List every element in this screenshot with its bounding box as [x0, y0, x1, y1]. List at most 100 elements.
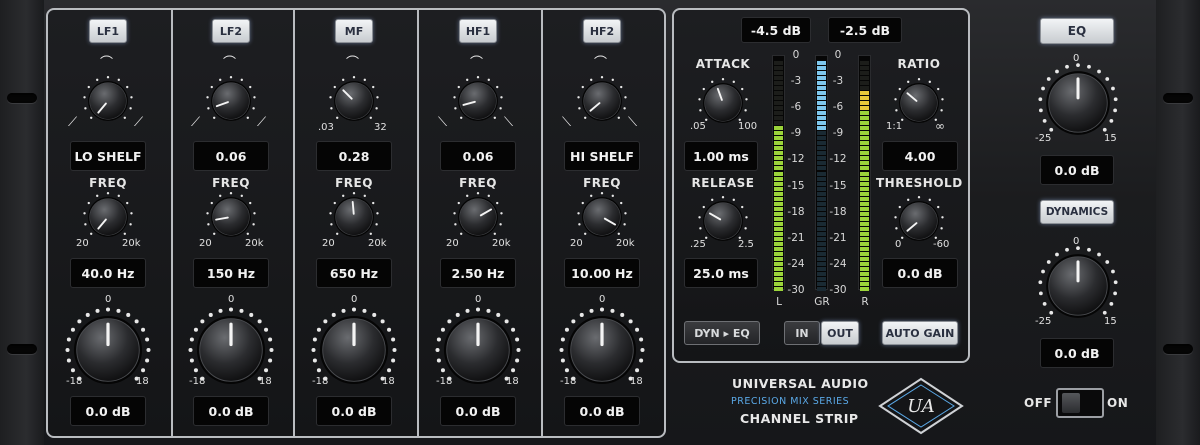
band-lf2-freq-min-label: 20: [199, 238, 212, 249]
meter-left-segment: [774, 221, 783, 226]
meter-gain-reduction-segment: [817, 246, 826, 251]
meter-left-segment: [774, 191, 783, 196]
band-mf-q-max-label: 32: [374, 122, 387, 133]
band-hf1-q-value[interactable]: 0.06: [440, 141, 516, 171]
meter-right-segment: [860, 211, 869, 216]
band-hf2-gain-value[interactable]: 0.0 dB: [564, 396, 640, 426]
attack-value[interactable]: 1.00 ms: [684, 141, 758, 171]
band-lf1-freq-value[interactable]: 40.0 Hz: [70, 258, 146, 288]
meter-gain-reduction-segment: [817, 81, 826, 86]
band-hf2-q-knob[interactable]: [575, 74, 629, 128]
band-hf2-q-value[interactable]: HI SHELF: [564, 141, 640, 171]
release-min-label: .25: [690, 239, 706, 250]
meter-right-segment: [860, 186, 869, 191]
meter-right-segment: [860, 246, 869, 251]
meter-gain-reduction-segment: [817, 191, 826, 196]
dyn-gain-max-label: 15: [1104, 316, 1117, 327]
band-hf1-freq-knob[interactable]: [451, 190, 505, 244]
dyn-gain-value[interactable]: 0.0 dB: [1040, 338, 1114, 368]
band-mf-freq-min-label: 20: [322, 238, 335, 249]
filter-shape-icon: ⟍: [562, 115, 572, 130]
release-value[interactable]: 25.0 ms: [684, 258, 758, 288]
meter-gain-reduction-segment: [817, 71, 826, 76]
meter-right-segment: [860, 131, 869, 136]
band-hf1-button[interactable]: HF1: [459, 19, 497, 43]
meter-gain-reduction-segment: [817, 266, 826, 271]
release-label: RELEASE: [691, 176, 755, 190]
band-lf1-button[interactable]: LF1: [89, 19, 127, 43]
band-lf1-q-value[interactable]: LO SHELF: [70, 141, 146, 171]
band-mf-freq-knob[interactable]: [327, 190, 381, 244]
band-lf2-q-value[interactable]: 0.06: [193, 141, 269, 171]
band-mf-q-value[interactable]: 0.28: [316, 141, 392, 171]
auto-gain-button[interactable]: AUTO GAIN: [882, 321, 958, 345]
power-toggle[interactable]: [1056, 388, 1104, 418]
meter-right-segment: [860, 151, 869, 156]
bell-curve-icon: ⌒: [470, 56, 484, 71]
power-off-label: OFF: [1024, 396, 1053, 410]
meter-right-segment: [860, 266, 869, 271]
band-mf-button[interactable]: MF: [335, 19, 373, 43]
band-mf-q-knob[interactable]: [327, 74, 381, 128]
meter-gain-reduction-segment: [817, 241, 826, 246]
band-hf1-gain-value[interactable]: 0.0 dB: [440, 396, 516, 426]
band-lf1-gain-min-label: -18: [66, 376, 83, 387]
filter-shape-icon: ⟍: [628, 115, 638, 130]
band-lf1-freq-max-label: 20k: [122, 238, 141, 249]
meter-right-segment: [860, 261, 869, 266]
meter-left-segment: [774, 211, 783, 216]
eq-gain-value[interactable]: 0.0 dB: [1040, 155, 1114, 185]
band-hf1-freq-value[interactable]: 2.50 Hz: [440, 258, 516, 288]
dyn-eq-order-button[interactable]: DYN ▸ EQ: [684, 321, 760, 345]
meter-gain-reduction-segment: [817, 201, 826, 206]
band-lf2-button[interactable]: LF2: [212, 19, 250, 43]
filter-shape-icon: ⟍: [438, 115, 448, 130]
meter-left-segment: [774, 71, 783, 76]
meter-left-segment: [774, 131, 783, 136]
meter-left-segment: [774, 106, 783, 111]
dynamics-enable-button[interactable]: DYNAMICS: [1040, 200, 1114, 224]
meter-left-segment: [774, 101, 783, 106]
band-hf2-freq-value[interactable]: 10.00 Hz: [564, 258, 640, 288]
band-lf1-gain-value[interactable]: 0.0 dB: [70, 396, 146, 426]
bell-curve-icon: ⌒: [346, 56, 360, 71]
dyn-gain-zero-label: 0: [1073, 236, 1080, 247]
in-button[interactable]: IN: [784, 321, 820, 345]
band-hf2-freq-knob[interactable]: [575, 190, 629, 244]
meter-gain-reduction-segment: [817, 156, 826, 161]
ua-logo-icon: UA: [878, 377, 964, 435]
meter-left-segment: [774, 276, 783, 281]
meter-left-segment: [774, 171, 783, 176]
meter-scale-label: -24: [787, 257, 805, 270]
band-mf-freq-value[interactable]: 650 Hz: [316, 258, 392, 288]
threshold-value[interactable]: 0.0 dB: [882, 258, 958, 288]
band-hf1-q-knob[interactable]: [451, 74, 505, 128]
meter-right-segment: [860, 236, 869, 241]
band-lf1-freq-knob[interactable]: [81, 190, 135, 244]
meter-left-segment: [774, 116, 783, 121]
band-lf2-freq-knob[interactable]: [204, 190, 258, 244]
meter-right-segment: [860, 241, 869, 246]
band-lf2-q-knob[interactable]: [204, 74, 258, 128]
meter-left-segment: [774, 81, 783, 86]
band-lf2-gain-value[interactable]: 0.0 dB: [193, 396, 269, 426]
eq-enable-button[interactable]: EQ: [1040, 18, 1114, 44]
bell-curve-icon: ⌒: [100, 56, 114, 71]
meter-gain-reduction-segment: [817, 216, 826, 221]
band-hf2-button[interactable]: HF2: [583, 19, 621, 43]
meter-left-segment: [774, 201, 783, 206]
band-lf1-freq-label: FREQ: [89, 176, 127, 190]
meter-right-segment: [860, 276, 869, 281]
band-lf2-freq-value[interactable]: 150 Hz: [193, 258, 269, 288]
ratio-value[interactable]: 4.00: [882, 141, 958, 171]
out-button[interactable]: OUT: [821, 321, 859, 345]
band-hf2-gain-max-label: 18: [630, 376, 643, 387]
meter-left-segment: [774, 141, 783, 146]
band-lf2-freq-label: FREQ: [212, 176, 250, 190]
band-hf1-freq-label: FREQ: [459, 176, 497, 190]
meter-left-segment: [774, 246, 783, 251]
meter-gain-reduction-segment: [817, 211, 826, 216]
eq-gain-min-label: -25: [1035, 133, 1052, 144]
band-lf1-q-knob[interactable]: [81, 74, 135, 128]
band-mf-gain-value[interactable]: 0.0 dB: [316, 396, 392, 426]
